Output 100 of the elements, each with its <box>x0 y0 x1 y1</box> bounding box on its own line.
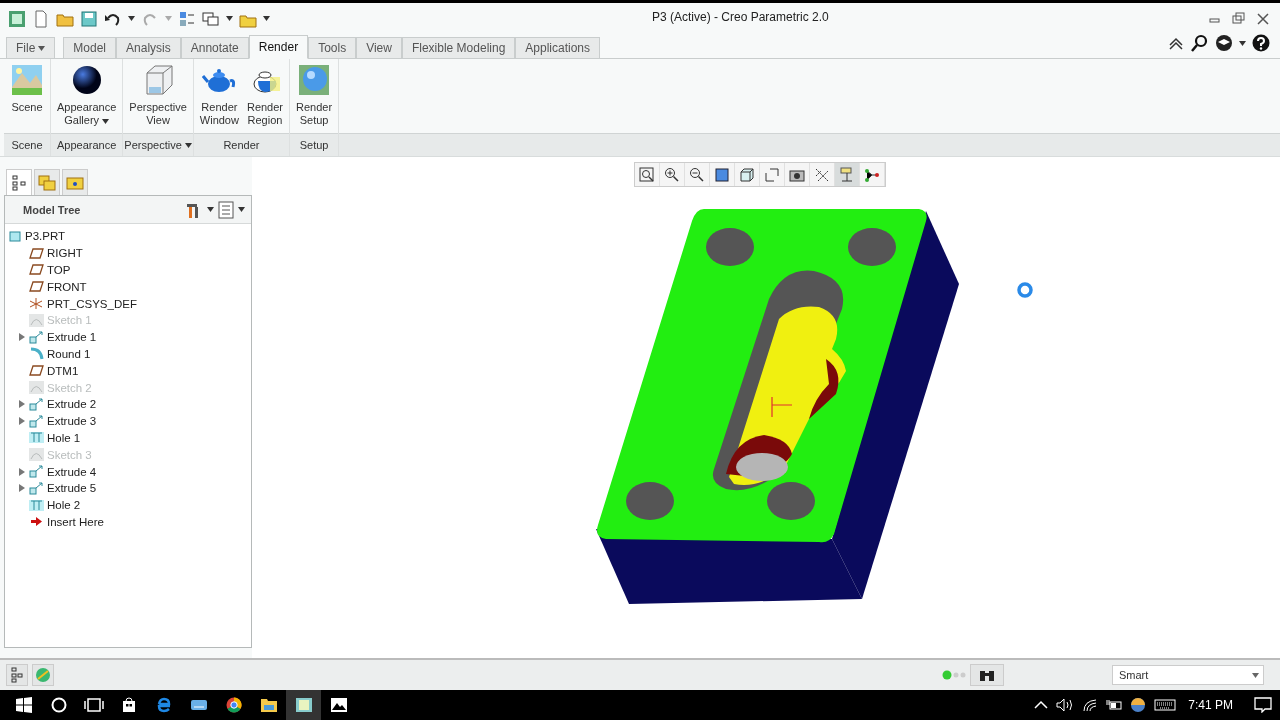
coordinate-system-icon <box>29 297 44 311</box>
taskbar-app[interactable] <box>286 690 321 720</box>
tree-icon <box>12 174 26 191</box>
busy-ring-icon <box>1016 281 1034 299</box>
search-icon[interactable] <box>1191 34 1209 52</box>
expand-arrow-icon[interactable] <box>18 467 26 476</box>
caret-icon <box>128 16 135 21</box>
task-view-icon <box>83 698 104 712</box>
wifi-icon[interactable] <box>1082 698 1099 712</box>
caret-icon <box>184 142 192 148</box>
caret-icon <box>1252 672 1259 678</box>
store-bag-icon <box>121 697 136 713</box>
group-label: Appearance <box>51 133 123 156</box>
ribbon-tab[interactable]: Analysis <box>116 37 181 58</box>
ribbon-button[interactable]: Render Region <box>242 61 287 133</box>
part-icon <box>9 230 22 243</box>
hole-icon <box>29 498 44 512</box>
landscape-icon <box>10 63 44 97</box>
caret-icon <box>207 207 214 212</box>
chevron-up-icon[interactable] <box>1034 700 1049 710</box>
group-label: Scene <box>4 133 50 156</box>
tree-item[interactable]: FRONT <box>47 280 87 293</box>
cube-icon <box>739 166 755 183</box>
keyboard-icon[interactable] <box>1154 699 1177 711</box>
image-icon <box>329 697 348 713</box>
tree-item[interactable]: Extrude 5 <box>47 482 97 495</box>
datum-plane-icon <box>29 263 44 277</box>
tree-root[interactable]: P3.PRT <box>9 228 251 245</box>
caret-icon <box>263 16 270 21</box>
speaker-icon[interactable] <box>1056 698 1075 712</box>
expand-arrow-icon[interactable] <box>18 333 26 342</box>
ribbon-tab[interactable]: View <box>356 37 402 58</box>
group-label[interactable]: Perspective <box>123 133 193 156</box>
tree-item[interactable]: DTM1 <box>47 364 79 377</box>
tree-item[interactable]: Extrude 4 <box>47 465 97 478</box>
globe-icon <box>297 63 332 97</box>
caret-icon <box>38 45 46 51</box>
weather-icon[interactable] <box>1130 697 1147 713</box>
help-icon[interactable] <box>1252 34 1270 52</box>
square-icon <box>714 166 730 183</box>
tree-item[interactable]: TOP <box>47 264 71 276</box>
ribbon-button[interactable]: Appearance Gallery <box>53 61 121 133</box>
clock[interactable]: 7:41 PM <box>1188 698 1233 712</box>
model-tree-tab[interactable] <box>6 169 32 195</box>
tree-item[interactable]: Hole 1 <box>47 431 81 444</box>
expand-arrow-icon[interactable] <box>18 417 26 426</box>
window-title: P3 (Active) - Creo Parametric 2.0 <box>652 10 829 24</box>
tree-item[interactable]: RIGHT <box>47 247 83 260</box>
extrude-icon <box>29 481 44 495</box>
magnifier-icon <box>639 166 655 183</box>
ribbon-button[interactable]: Scene <box>6 61 48 133</box>
browser-e-icon <box>155 697 172 713</box>
globe-icon <box>35 667 51 683</box>
tree-item[interactable]: Hole 2 <box>47 499 81 512</box>
save-icon[interactable] <box>80 9 98 28</box>
ribbon-tab[interactable]: Annotate <box>180 37 249 58</box>
app-icon <box>8 9 26 28</box>
tree-item[interactable]: Insert Here <box>47 515 104 528</box>
datum-plane-icon <box>29 246 44 260</box>
battery-icon[interactable] <box>1106 699 1123 711</box>
tree-item[interactable]: Extrude 2 <box>47 398 97 411</box>
extrude-icon <box>29 330 44 344</box>
caret-icon <box>226 16 233 21</box>
expand-arrow-icon[interactable] <box>18 400 26 409</box>
ribbon-tab[interactable]: Render <box>248 35 309 59</box>
view-icon <box>764 166 780 183</box>
file-menu[interactable]: File <box>6 37 56 58</box>
folder-icon <box>259 697 278 713</box>
selection-filter-dropdown[interactable]: Smart <box>1112 665 1264 685</box>
model-tree-toggle[interactable] <box>6 664 28 686</box>
windows-logo-icon <box>15 697 32 713</box>
folders-icon <box>38 174 56 191</box>
arrow-icon <box>29 515 44 529</box>
flag-icon <box>839 166 855 183</box>
datum-icon <box>814 166 830 183</box>
ribbon-button[interactable]: Render Window <box>195 61 243 133</box>
expand-arrow-icon[interactable] <box>18 484 26 493</box>
sketch-icon <box>29 381 44 395</box>
ribbon-tab[interactable]: Applications <box>515 37 601 58</box>
caret-icon <box>165 16 172 21</box>
ribbon-tab[interactable]: Tools <box>308 37 357 58</box>
tree-item[interactable]: Extrude 1 <box>47 331 97 344</box>
ribbon-button[interactable]: Render Setup <box>292 61 337 133</box>
keyboard-icon <box>189 699 208 711</box>
sketch-icon <box>29 313 44 327</box>
tree-icon <box>11 667 23 683</box>
ribbon-button[interactable]: Perspective View <box>125 61 191 133</box>
windows-icon[interactable] <box>202 9 220 28</box>
datum-plane-icon <box>29 280 44 294</box>
ribbon-tab[interactable]: Flexible Modeling <box>401 37 516 58</box>
favorites-tab[interactable] <box>62 169 88 195</box>
browser-toggle[interactable] <box>32 664 54 686</box>
extrude-icon <box>29 414 44 428</box>
hole-icon <box>29 431 44 445</box>
tree-item[interactable]: Extrude 3 <box>47 415 97 428</box>
ribbon-tab[interactable]: Model <box>63 37 117 58</box>
regeneration-status-icon <box>942 670 966 680</box>
tree-item[interactable]: PRT_CSYS_DEF <box>47 297 137 310</box>
tree-item[interactable]: Round 1 <box>47 347 91 360</box>
find-button[interactable] <box>970 664 1004 686</box>
